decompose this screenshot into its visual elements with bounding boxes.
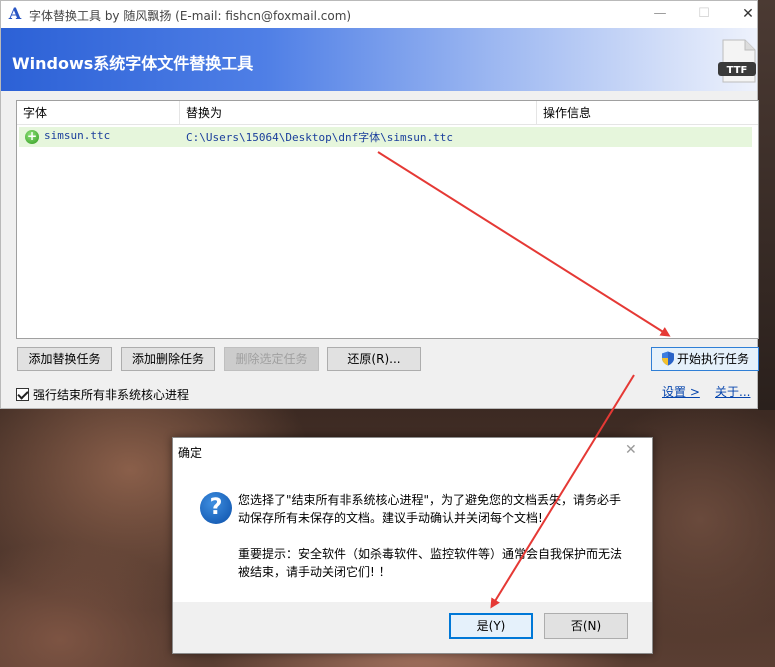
force-kill-label: 强行结束所有非系统核心进程 [33,388,190,402]
row-replace-path: C:\Users\15064\Desktop\dnf字体\simsun.ttc [186,131,454,144]
plus-circle-icon: + [25,129,39,144]
row-font: simsun.ttc [44,129,111,142]
column-header-replace[interactable]: 替换为 [180,101,537,125]
ttf-file-icon: TTF [718,39,756,83]
dialog-title: 确定 [178,446,203,460]
add-delete-task-button[interactable]: 添加删除任务 [121,347,215,371]
dialog-close-icon[interactable]: ✕ [625,442,637,458]
background-strip [758,0,775,410]
main-window: A 字体替换工具 by 随风飘扬 (E-mail: fishcn@foxmail… [0,0,759,409]
list-header: 字体 替换为 操作信息 [17,101,758,125]
question-icon: ? [200,492,232,524]
delete-selected-task-button[interactable]: 删除选定任务 [224,347,319,371]
confirm-dialog: 确定 ✕ ? 您选择了"结束所有非系统核心进程"，为了避免您的文档丢失，请务必手… [172,437,653,654]
minimize-icon[interactable]: — [637,3,683,25]
header-banner: Windows系统字体文件替换工具 TTF [1,28,757,91]
about-link[interactable]: 关于... [715,383,750,400]
dialog-message-warning: 您选择了"结束所有非系统核心进程"，为了避免您的文档丢失，请务必手动保存所有未保… [238,493,622,525]
settings-link[interactable]: 设置 > [662,383,700,400]
start-task-button[interactable]: 开始执行任务 [651,347,759,371]
task-list[interactable]: 字体 替换为 操作信息 + simsun.ttc C:\Users\15064\… [16,100,759,339]
column-header-font[interactable]: 字体 [17,101,180,125]
force-kill-checkbox[interactable] [16,388,29,401]
maximize-icon[interactable]: ☐ [681,3,727,25]
window-title: 字体替换工具 by 随风飘扬 (E-mail: fishcn@foxmail.c… [29,9,352,23]
yes-button[interactable]: 是(Y) [449,613,533,639]
restore-button[interactable]: 还原(R)... [327,347,421,371]
dialog-message-tip: 重要提示：安全软件（如杀毒软件、监控软件等）通常会自我保护而无法被结束，请手动关… [238,547,623,579]
column-header-info[interactable]: 操作信息 [537,101,758,125]
page-title: Windows系统字体文件替换工具 [12,54,254,73]
close-icon[interactable]: ✕ [725,3,771,25]
ttf-icon-label: TTF [727,65,748,76]
add-replace-task-button[interactable]: 添加替换任务 [17,347,112,371]
no-button[interactable]: 否(N) [544,613,628,639]
dialog-message: 您选择了"结束所有非系统核心进程"，为了避免您的文档丢失，请务必手动保存所有未保… [238,491,633,599]
app-icon: A [8,4,22,23]
uac-shield-icon [661,351,674,366]
table-row[interactable]: + simsun.ttc C:\Users\15064\Desktop\dnf字… [19,127,752,147]
dialog-footer: 是(Y) 否(N) [173,602,652,653]
force-kill-option[interactable]: 强行结束所有非系统核心进程 [16,386,189,402]
title-bar[interactable]: A 字体替换工具 by 随风飘扬 (E-mail: fishcn@foxmail… [1,1,757,28]
start-task-label: 开始执行任务 [676,352,749,366]
